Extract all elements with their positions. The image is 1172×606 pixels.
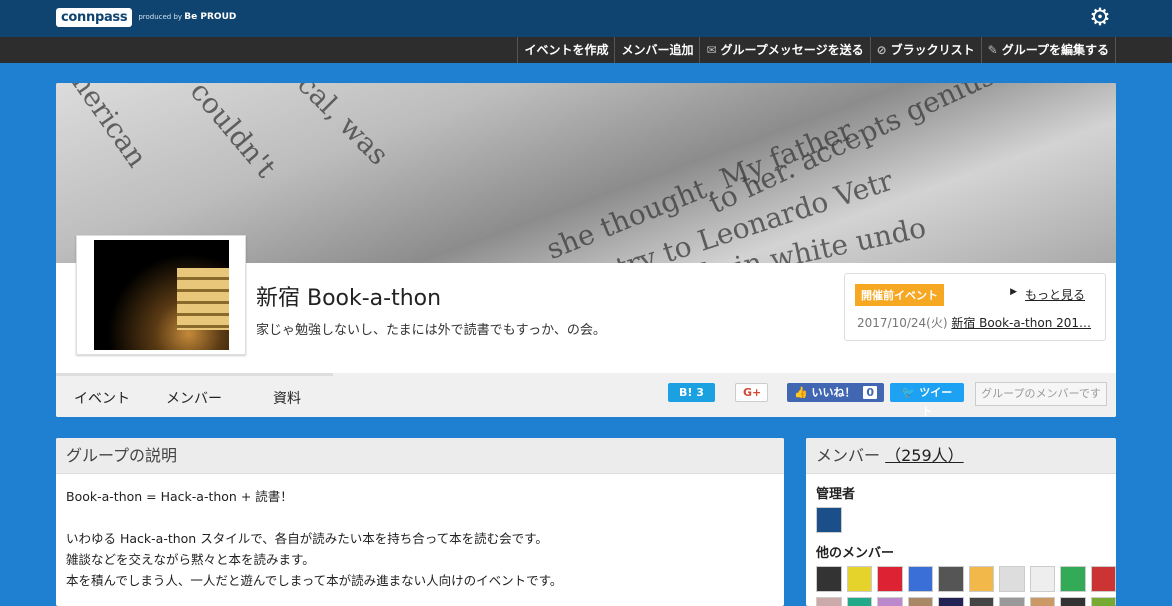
top-navbar: connpass produced by Be PROUD ⚙ (0, 0, 1172, 37)
send-group-message-button[interactable]: ✉ グループメッセージを送る (699, 37, 869, 63)
tab-underline (56, 373, 333, 376)
member-avatar-list (816, 597, 1116, 606)
member-avatar[interactable] (1029, 566, 1055, 592)
member-count-link[interactable]: （259人） (885, 446, 964, 465)
member-avatar[interactable] (1029, 597, 1055, 606)
members-panel-title: メンバー （259人） (806, 438, 1116, 474)
member-avatar[interactable] (846, 597, 872, 606)
logo-text: connpass (56, 7, 133, 27)
member-avatar[interactable] (877, 566, 903, 592)
admin-menu-label: グループを編集する (1001, 43, 1109, 57)
group-tagline: 家じゃ勉強しないし、たまには外で読書でもすっか、の会。 (256, 323, 606, 338)
member-avatar[interactable] (907, 597, 933, 606)
description-line: 本を積んでしまう人、一人だと遊んでしまって本が読み進まない人向けのイベントです。 (66, 573, 563, 588)
book-stack (177, 268, 229, 330)
more-events-link[interactable]: もっと見る (1025, 286, 1085, 303)
caret-right-icon: ▶ (1010, 287, 1017, 297)
member-avatar[interactable] (1060, 597, 1086, 606)
description-body: Book-a-thon = Hack-a-thon + 読書！ いわゆる Hac… (56, 474, 784, 591)
other-members-label: 他のメンバー (816, 546, 895, 561)
member-avatar[interactable] (1090, 597, 1116, 606)
member-avatar[interactable] (816, 507, 842, 533)
description-line: Book-a-thon = Hack-a-thon + 読書！ (66, 489, 293, 504)
admin-menu: イベントを作成 メンバー追加 ✉ グループメッセージを送る ⊘ ブラックリスト ✎ グループを… (517, 37, 1116, 63)
hatena-bookmark-button[interactable]: B! 3 (668, 383, 715, 402)
member-avatar[interactable] (846, 566, 872, 592)
banner-text-decoration: couldn't (183, 83, 283, 184)
group-thumbnail (76, 235, 246, 355)
member-avatar[interactable] (816, 566, 842, 592)
member-avatar[interactable] (999, 566, 1025, 592)
group-header-card: american couldn't cal, was she thought. … (56, 83, 1116, 417)
facebook-like-button[interactable]: 👍 いいね！ 0 (787, 383, 885, 402)
books-image (94, 240, 229, 350)
member-avatar[interactable] (999, 597, 1025, 606)
description-line (66, 507, 774, 528)
upcoming-event-line: 2017/10/24(火) 新宿 Book-a-thon 201… (857, 314, 1091, 331)
admin-toolbar: イベントを作成 メンバー追加 ✉ グループメッセージを送る ⊘ ブラックリスト ✎ グループを… (0, 37, 1172, 63)
members-title-label: メンバー (816, 446, 881, 465)
beproud-brand: Be PROUD (184, 12, 237, 22)
tweet-button[interactable]: 🐦 ツイート (890, 383, 964, 417)
member-avatar[interactable] (907, 566, 933, 592)
tab-events[interactable]: イベント (74, 388, 130, 408)
banner-text-decoration: american (56, 83, 154, 174)
facebook-like-label: いいね！ (811, 386, 856, 399)
ban-icon: ⊘ (876, 43, 887, 57)
event-title-link[interactable]: 新宿 Book-a-thon 201… (951, 316, 1091, 330)
description-line: いわゆる Hack-a-thon スタイルで、各自が読みたい本を持ち合って本を読… (66, 531, 548, 546)
connpass-logo[interactable]: connpass produced by Be PROUD (56, 6, 236, 28)
thumbs-up-icon: 👍 (794, 386, 808, 399)
members-panel: メンバー （259人） 管理者 他のメンバー (806, 438, 1116, 606)
add-member-button[interactable]: メンバー追加 (614, 37, 699, 63)
blacklist-button[interactable]: ⊘ ブラックリスト (869, 37, 981, 63)
description-line: 雑談などを交えながら黙々と本を読みます。 (66, 552, 315, 567)
group-description-panel: グループの説明 Book-a-thon = Hack-a-thon + 読書！ … (56, 438, 784, 606)
twitter-bird-icon: 🐦 (901, 386, 916, 399)
admins-label: 管理者 (816, 487, 856, 502)
admin-menu-label: グループメッセージを送る (720, 43, 864, 57)
member-avatar[interactable] (1060, 566, 1086, 592)
admin-menu-label: メンバー追加 (621, 43, 694, 57)
admin-avatar-list (816, 507, 1116, 533)
description-panel-title: グループの説明 (56, 438, 784, 474)
produced-by-text: produced by Be PROUD (138, 12, 236, 22)
member-avatar[interactable] (968, 597, 994, 606)
member-avatar[interactable] (938, 566, 964, 592)
envelope-icon: ✉ (706, 43, 717, 57)
settings-gear-icon[interactable]: ⚙ (1087, 4, 1113, 30)
admin-menu-label: ブラックリスト (890, 43, 975, 57)
banner-text-decoration: cal, was (291, 83, 396, 172)
google-plus-button[interactable]: G+ (735, 383, 768, 402)
event-date: 2017/10/24(火) (857, 316, 948, 330)
tab-members[interactable]: メンバー (166, 388, 222, 408)
upcoming-event-box: 開催前イベント ▶ もっと見る 2017/10/24(火) 新宿 Book-a-… (844, 273, 1106, 341)
admin-menu-label: イベントを作成 (524, 43, 609, 57)
produced-by-label: produced by (138, 13, 183, 21)
member-avatar[interactable] (968, 566, 994, 592)
group-title: 新宿 Book-a-thon (256, 286, 442, 311)
member-avatar[interactable] (938, 597, 964, 606)
member-avatar[interactable] (877, 597, 903, 606)
member-avatar[interactable] (816, 597, 842, 606)
create-event-button[interactable]: イベントを作成 (517, 37, 614, 63)
member-avatar[interactable] (1090, 566, 1116, 592)
facebook-like-count: 0 (863, 386, 878, 399)
membership-status-button[interactable]: グループのメンバーです (975, 382, 1107, 406)
member-avatar-list (816, 566, 1116, 592)
edit-group-button[interactable]: ✎ グループを編集する (980, 37, 1116, 63)
upcoming-event-badge: 開催前イベント (855, 284, 944, 306)
edit-icon: ✎ (987, 43, 998, 57)
tab-documents[interactable]: 資料 (273, 388, 301, 408)
